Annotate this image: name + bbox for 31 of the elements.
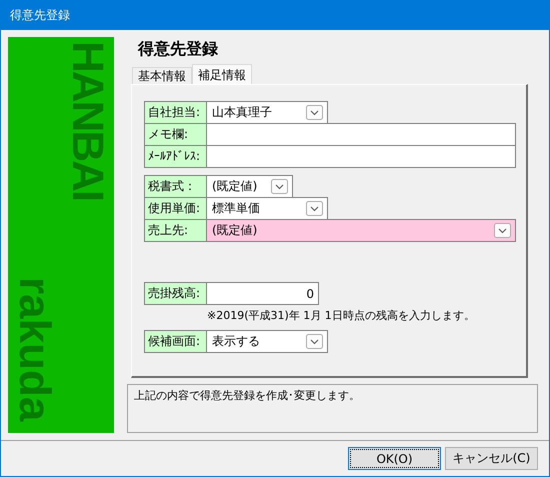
hint-text: ※2019(平成31)年 1月 1日時点の残高を入力します。 <box>207 308 476 323</box>
message-text: 上記の内容で得意先登録を作成･変更します。 <box>134 389 360 402</box>
field-label: 候補画面: <box>144 330 207 353</box>
field-label: 使用単価: <box>144 197 207 220</box>
field-label: ﾒｰﾙｱﾄﾞﾚｽ: <box>144 145 207 168</box>
tab[interactable]: 基本情報 <box>132 67 192 84</box>
dropdown[interactable]: 表示する <box>207 330 328 353</box>
window-title: 得意先登録 <box>10 6 70 24</box>
input-field[interactable] <box>207 123 516 146</box>
logo-text: rakuda <box>12 277 56 422</box>
input-field[interactable]: 0 <box>207 282 319 305</box>
tab[interactable]: 補足情報 <box>192 64 252 84</box>
input-field[interactable] <box>207 145 516 168</box>
field-label: 税書式： <box>144 175 207 198</box>
chevron-down-icon <box>306 105 323 120</box>
chevron-down-icon <box>271 179 288 194</box>
field-label: メモ欄: <box>144 123 207 146</box>
dropdown[interactable]: (既定値) <box>207 219 516 242</box>
form-heading: 得意先登録 <box>138 39 219 60</box>
field-label: 売上先: <box>144 219 207 242</box>
chevron-down-icon <box>494 223 511 238</box>
chevron-down-icon <box>306 334 323 349</box>
field-label: 売掛残高: <box>144 282 207 305</box>
chevron-down-icon <box>306 201 323 216</box>
dropdown[interactable]: 標準単価 <box>207 197 328 220</box>
dropdown[interactable]: 山本真理子 <box>207 101 328 124</box>
dialog-button[interactable]: OK(O) <box>348 447 441 470</box>
logo-text: HANBAI <box>65 41 109 200</box>
field-label: 自社担当: <box>144 101 207 124</box>
dialog-button[interactable]: キャンセル(C) <box>445 447 538 470</box>
dropdown[interactable]: (既定値) <box>207 175 293 198</box>
